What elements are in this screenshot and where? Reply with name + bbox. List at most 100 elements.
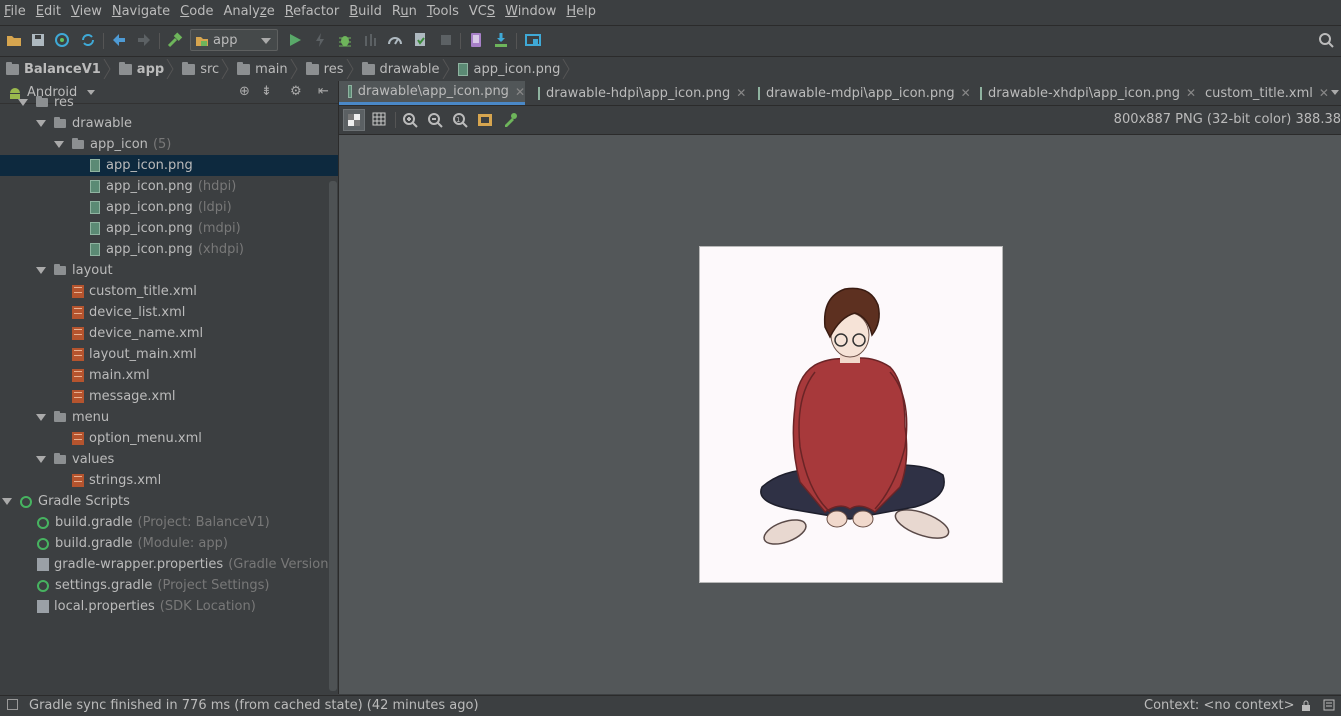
menu-analyze[interactable]: Analyze bbox=[218, 0, 279, 24]
color-picker-icon[interactable] bbox=[502, 112, 518, 132]
breadcrumb-item[interactable]: res bbox=[300, 57, 354, 81]
zoom-in-icon[interactable] bbox=[402, 112, 418, 132]
tree-node[interactable]: app_icon.png (mdpi) bbox=[0, 218, 338, 239]
chevron-down-icon[interactable] bbox=[36, 267, 46, 274]
editor-tab[interactable]: drawable-mdpi\app_icon.png ✕ bbox=[749, 81, 971, 105]
close-icon[interactable]: ✕ bbox=[1319, 86, 1329, 100]
sync-refresh-icon[interactable] bbox=[79, 31, 97, 49]
tree-node[interactable]: app_icon.png (hdpi) bbox=[0, 176, 338, 197]
menu-navigate[interactable]: Navigate bbox=[107, 0, 175, 24]
tree-node-label: main.xml bbox=[89, 368, 150, 383]
tool-windows-toggle-icon[interactable] bbox=[7, 699, 18, 710]
tree-node[interactable]: res bbox=[0, 92, 338, 113]
chevron-down-icon[interactable] bbox=[1331, 90, 1339, 95]
menu-run[interactable]: Run bbox=[387, 0, 422, 24]
zoom-to-fit-icon[interactable] bbox=[477, 112, 493, 132]
tree-node[interactable]: drawable bbox=[0, 113, 338, 134]
breadcrumb-item[interactable]: BalanceV1 bbox=[0, 57, 111, 81]
tree-node-label: res bbox=[54, 95, 74, 110]
attach-debugger-icon[interactable] bbox=[361, 31, 379, 49]
breadcrumb-item[interactable]: app_icon.png bbox=[452, 57, 570, 81]
tree-node[interactable]: app_icon.png (xhdpi) bbox=[0, 239, 338, 260]
chevron-down-icon[interactable] bbox=[36, 120, 46, 127]
close-icon[interactable]: ✕ bbox=[736, 86, 746, 100]
chevron-down-icon[interactable] bbox=[2, 498, 12, 505]
tree-node[interactable]: device_list.xml bbox=[0, 302, 338, 323]
editor-tab[interactable]: drawable-hdpi\app_icon.png ✕ bbox=[529, 81, 746, 105]
tree-node[interactable]: app_icon (5) bbox=[0, 134, 338, 155]
actual-size-icon[interactable]: 1 bbox=[452, 112, 468, 132]
project-tree-scrollbar[interactable] bbox=[329, 181, 337, 691]
breadcrumb-item[interactable]: main bbox=[231, 57, 298, 81]
tree-node[interactable]: menu bbox=[0, 407, 338, 428]
menu-code[interactable]: Code bbox=[175, 0, 218, 24]
tree-node[interactable]: gradle-wrapper.properties (Gradle Version… bbox=[0, 554, 338, 575]
menu-file[interactable]: File bbox=[0, 0, 31, 24]
menu-window[interactable]: Window bbox=[500, 0, 561, 24]
save-icon[interactable] bbox=[29, 31, 47, 49]
make-hammer-icon[interactable] bbox=[166, 31, 184, 49]
menu-view[interactable]: View bbox=[66, 0, 107, 24]
editor-tab[interactable]: drawable-xhdpi\app_icon.png ✕ bbox=[971, 81, 1196, 105]
debug-icon[interactable] bbox=[336, 31, 354, 49]
run-icon[interactable] bbox=[286, 31, 304, 49]
sync-icon[interactable] bbox=[53, 31, 71, 49]
tree-node[interactable]: option_menu.xml bbox=[0, 428, 338, 449]
tree-node[interactable]: local.properties (SDK Location) bbox=[0, 596, 338, 617]
chevron-down-icon[interactable] bbox=[18, 99, 28, 106]
zoom-out-icon[interactable] bbox=[427, 112, 443, 132]
chevron-down-icon[interactable] bbox=[54, 141, 64, 148]
open-icon[interactable] bbox=[5, 31, 23, 49]
tree-node[interactable]: layout bbox=[0, 260, 338, 281]
tree-node[interactable]: main.xml bbox=[0, 365, 338, 386]
tree-node[interactable]: custom_title.xml bbox=[0, 281, 338, 302]
apply-changes-icon[interactable] bbox=[311, 31, 329, 49]
sdk-manager-icon[interactable] bbox=[492, 31, 510, 49]
forward-icon[interactable] bbox=[135, 31, 153, 49]
avd-manager-icon[interactable] bbox=[467, 31, 485, 49]
search-icon[interactable] bbox=[1317, 31, 1335, 49]
menu-help[interactable]: Help bbox=[561, 0, 601, 24]
profile-icon[interactable] bbox=[386, 31, 404, 49]
tree-node[interactable]: strings.xml bbox=[0, 470, 338, 491]
tree-node[interactable]: layout_main.xml bbox=[0, 344, 338, 365]
menu-vcs[interactable]: VCS bbox=[464, 0, 500, 24]
project-structure-icon[interactable] bbox=[524, 31, 542, 49]
stop-icon[interactable] bbox=[437, 31, 455, 49]
breadcrumb-item[interactable]: drawable bbox=[356, 57, 450, 81]
tree-node-hint: (ldpi) bbox=[197, 200, 232, 215]
context-indicator[interactable]: Context: <no context> bbox=[1144, 698, 1295, 713]
chevron-down-icon[interactable] bbox=[36, 456, 46, 463]
image-preview[interactable] bbox=[699, 246, 1003, 583]
tree-node[interactable]: Gradle Scripts bbox=[0, 491, 338, 512]
menu-build[interactable]: Build bbox=[344, 0, 387, 24]
tree-node-hint: (SDK Location) bbox=[159, 599, 256, 614]
run-config-dropdown[interactable]: app bbox=[190, 29, 278, 51]
breadcrumb-item[interactable]: src bbox=[176, 57, 229, 81]
folder-icon bbox=[54, 264, 66, 275]
tree-node[interactable]: app_icon.png bbox=[0, 155, 338, 176]
menu-tools[interactable]: Tools bbox=[422, 0, 464, 24]
gradle-sync-icon[interactable] bbox=[411, 31, 429, 49]
editor-tab[interactable]: drawable\app_icon.png ✕ bbox=[339, 81, 525, 105]
chessboard-background-toggle[interactable] bbox=[343, 109, 365, 131]
menu-refactor[interactable]: Refactor bbox=[280, 0, 345, 24]
chevron-down-icon[interactable] bbox=[36, 414, 46, 421]
grid-icon[interactable] bbox=[372, 112, 386, 130]
event-log-icon[interactable] bbox=[1323, 699, 1335, 715]
tree-node[interactable]: build.gradle (Project: BalanceV1) bbox=[0, 512, 338, 533]
tree-node[interactable]: device_name.xml bbox=[0, 323, 338, 344]
lock-icon[interactable] bbox=[1301, 700, 1311, 715]
close-icon[interactable]: ✕ bbox=[961, 86, 971, 100]
tree-node[interactable]: build.gradle (Module: app) bbox=[0, 533, 338, 554]
tree-node[interactable]: settings.gradle (Project Settings) bbox=[0, 575, 338, 596]
close-icon[interactable]: ✕ bbox=[515, 85, 525, 99]
back-icon[interactable] bbox=[110, 31, 128, 49]
breadcrumb-item[interactable]: app bbox=[113, 57, 174, 81]
editor-tab[interactable]: custom_title.xml ✕ bbox=[1190, 81, 1329, 105]
status-message[interactable]: Gradle sync finished in 776 ms (from cac… bbox=[29, 698, 479, 713]
tree-node[interactable]: values bbox=[0, 449, 338, 470]
tree-node[interactable]: app_icon.png (ldpi) bbox=[0, 197, 338, 218]
tree-node[interactable]: message.xml bbox=[0, 386, 338, 407]
menu-edit[interactable]: Edit bbox=[31, 0, 66, 24]
